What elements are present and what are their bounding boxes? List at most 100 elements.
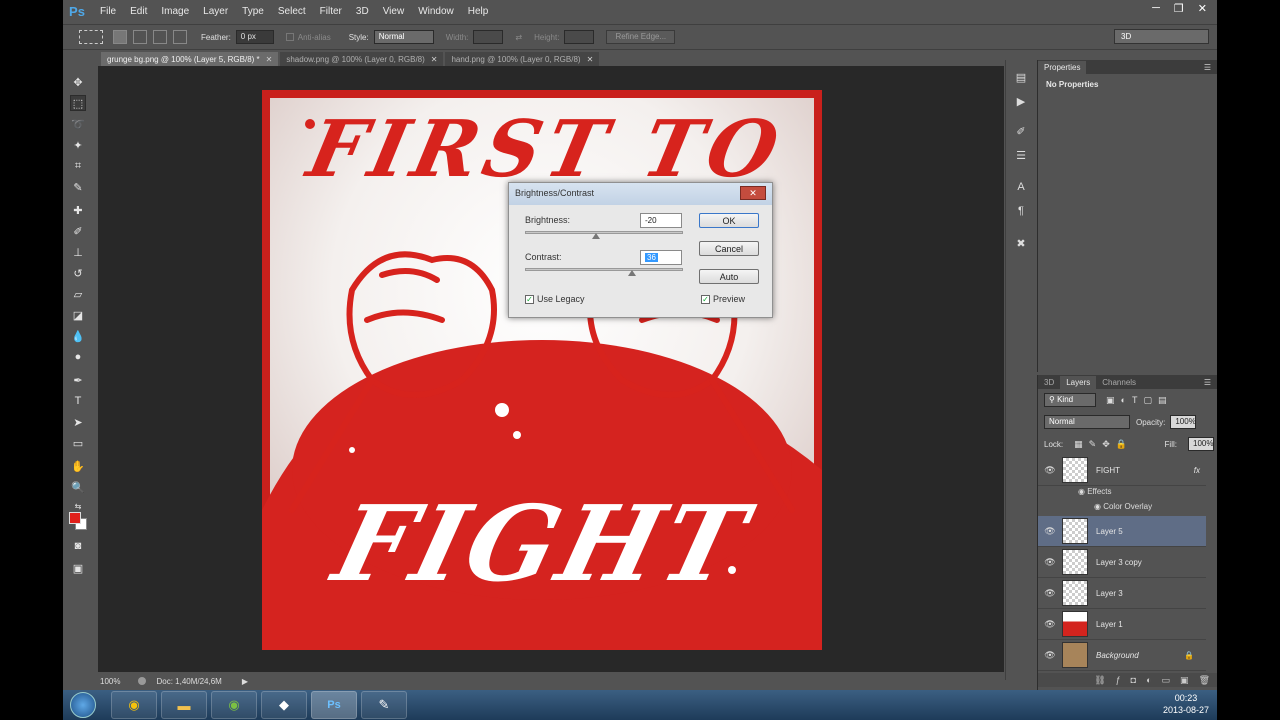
brush-panel-icon[interactable]: ✐ (1014, 124, 1028, 138)
menu-help[interactable]: Help (468, 6, 489, 17)
canvas-area[interactable]: FIRST TO FIGHT (98, 66, 1004, 672)
tab-3d[interactable]: 3D (1038, 376, 1060, 389)
tool-presets-icon[interactable]: ✖ (1014, 236, 1028, 250)
pen-tool-icon[interactable]: ✒ (70, 372, 86, 388)
effect-eye-icon[interactable]: ◉ (1094, 502, 1103, 511)
panel-menu-icon[interactable]: ☰ (1204, 378, 1211, 387)
fill-input[interactable]: 100% (1188, 437, 1214, 451)
dodge-tool-icon[interactable]: ● (70, 349, 86, 365)
foreground-color-swatch[interactable] (69, 512, 81, 524)
dialog-title-bar[interactable]: Brightness/Contrast ✕ (509, 183, 772, 205)
tab-properties[interactable]: Properties (1038, 60, 1087, 74)
tool-taskbar-button[interactable]: ✎ (361, 691, 407, 719)
paragraph-panel-icon[interactable]: ¶ (1014, 204, 1028, 218)
add-selection-icon[interactable] (133, 30, 147, 44)
artwork-canvas[interactable]: FIRST TO FIGHT (262, 90, 822, 650)
close-icon[interactable]: ✕ (1198, 2, 1207, 15)
style-select[interactable]: Normal (373, 30, 434, 44)
clone-stamp-icon[interactable]: ⊥ (70, 244, 86, 260)
blur-tool-icon[interactable]: 💧 (70, 328, 86, 344)
zoom-tool-icon[interactable]: 🔍 (70, 479, 86, 495)
layer-row-fight[interactable]: 👁 FIGHT fx (1038, 455, 1206, 486)
layer-row-layer-3[interactable]: 👁 Layer 3 (1038, 578, 1206, 609)
intersect-selection-icon[interactable] (173, 30, 187, 44)
add-style-icon[interactable]: ƒ (1116, 675, 1121, 685)
contrast-slider[interactable] (525, 268, 683, 271)
status-menu-icon[interactable]: ▶ (242, 677, 248, 686)
panel-menu-icon[interactable]: ☰ (1204, 63, 1211, 72)
shape-tool-icon[interactable]: ▭ (70, 435, 86, 451)
tab-shadow[interactable]: shadow.png @ 100% (Layer 0, RGB/8) ✕ (280, 52, 444, 66)
eraser-tool-icon[interactable]: ▱ (70, 286, 86, 302)
visibility-eye-icon[interactable]: 👁 (1038, 650, 1062, 661)
ok-button[interactable]: OK (699, 213, 759, 228)
filter-shape-icon[interactable]: ▢ (1143, 395, 1152, 406)
contrast-input[interactable]: 36 (640, 250, 682, 265)
marquee-tool-icon[interactable]: ⬚ (70, 95, 86, 111)
subtract-selection-icon[interactable] (153, 30, 167, 44)
menu-type[interactable]: Type (242, 6, 264, 17)
tab-layers[interactable]: Layers (1060, 375, 1097, 389)
use-legacy-checkbox[interactable]: ✓ Use Legacy (525, 294, 585, 304)
menu-layer[interactable]: Layer (203, 6, 228, 17)
photoshop-taskbar-button[interactable]: Ps (311, 691, 357, 719)
new-selection-icon[interactable] (113, 30, 127, 44)
tab-grunge-bg[interactable]: grunge bg.png @ 100% (Layer 5, RGB/8) * … (101, 52, 279, 66)
magic-wand-icon[interactable]: ✦ (70, 137, 86, 153)
close-tab-icon[interactable]: ✕ (266, 55, 273, 64)
menu-edit[interactable]: Edit (130, 6, 147, 17)
visibility-eye-icon[interactable]: 👁 (1038, 526, 1062, 537)
layer-row-layer-3-copy[interactable]: 👁 Layer 3 copy (1038, 547, 1206, 578)
effects-row[interactable]: ◉ Effects (1078, 487, 1112, 496)
system-clock[interactable]: 00:23 2013-08-27 (1163, 692, 1209, 716)
quick-mask-icon[interactable]: ◙ (70, 538, 86, 554)
paint-bucket-icon[interactable]: ◪ (70, 307, 86, 323)
marquee-preset-icon[interactable] (79, 30, 103, 44)
new-group-icon[interactable]: ▭ (1162, 675, 1171, 686)
menu-image[interactable]: Image (161, 6, 189, 17)
swap-icon[interactable]: ⇄ (515, 33, 522, 42)
filter-type-icon[interactable]: T (1132, 395, 1138, 405)
filter-smart-icon[interactable]: ▤ (1158, 395, 1167, 406)
restore-icon[interactable]: ❐ (1174, 2, 1184, 15)
lock-position-icon[interactable]: ✥ (1102, 439, 1110, 450)
menu-view[interactable]: View (383, 6, 405, 17)
menu-window[interactable]: Window (418, 6, 454, 17)
layer-row-layer-1[interactable]: 👁 Layer 1 (1038, 609, 1206, 640)
lock-transparent-icon[interactable]: ▦ (1074, 439, 1083, 450)
visibility-eye-icon[interactable]: 👁 (1038, 619, 1062, 630)
tab-channels[interactable]: Channels (1096, 376, 1142, 389)
height-input[interactable] (564, 30, 595, 44)
filter-pixel-icon[interactable]: ▣ (1106, 395, 1115, 406)
refine-edge-button[interactable]: Refine Edge... (606, 30, 676, 44)
character-panel-icon[interactable]: A (1014, 180, 1028, 194)
layer-filter-select[interactable]: ⚲ Kind (1044, 393, 1096, 407)
add-mask-icon[interactable]: ◘ (1131, 675, 1136, 685)
width-input[interactable] (473, 30, 504, 44)
chrome-taskbar-button[interactable]: ◉ (111, 691, 157, 719)
blend-mode-select[interactable]: Normal (1044, 415, 1130, 429)
explorer-taskbar-button[interactable]: ▬ (161, 691, 207, 719)
cancel-button[interactable]: Cancel (699, 241, 759, 256)
lasso-tool-icon[interactable]: ➰ (70, 116, 86, 132)
visibility-eye-icon[interactable]: 👁 (1038, 465, 1062, 476)
history-panel-icon[interactable]: ▤ (1014, 70, 1028, 84)
minimize-icon[interactable]: ─ (1152, 2, 1160, 15)
color-overlay-row[interactable]: ◉ Color Overlay (1094, 502, 1152, 511)
spotify-taskbar-button[interactable]: ◉ (211, 691, 257, 719)
layer-row-background[interactable]: 👁 Background 🔒 (1038, 640, 1206, 671)
feather-input[interactable]: 0 px (235, 30, 274, 44)
menu-select[interactable]: Select (278, 6, 306, 17)
healing-brush-icon[interactable]: ✚ (70, 202, 86, 218)
preview-checkbox[interactable]: ✓ Preview (701, 294, 745, 304)
history-brush-icon[interactable]: ↺ (70, 265, 86, 281)
brush-tool-icon[interactable]: ✐ (70, 223, 86, 239)
fx-icon[interactable]: fx (1194, 466, 1200, 475)
hand-tool-icon[interactable]: ✋ (70, 458, 86, 474)
visibility-eye-icon[interactable]: 👁 (1038, 588, 1062, 599)
type-tool-icon[interactable]: T (70, 393, 86, 409)
filter-adjustment-icon[interactable]: ◐ (1121, 395, 1126, 405)
close-tab-icon[interactable]: ✕ (431, 55, 438, 64)
zoom-level[interactable]: 100% (100, 677, 120, 686)
visibility-eye-icon[interactable]: 👁 (1038, 557, 1062, 568)
